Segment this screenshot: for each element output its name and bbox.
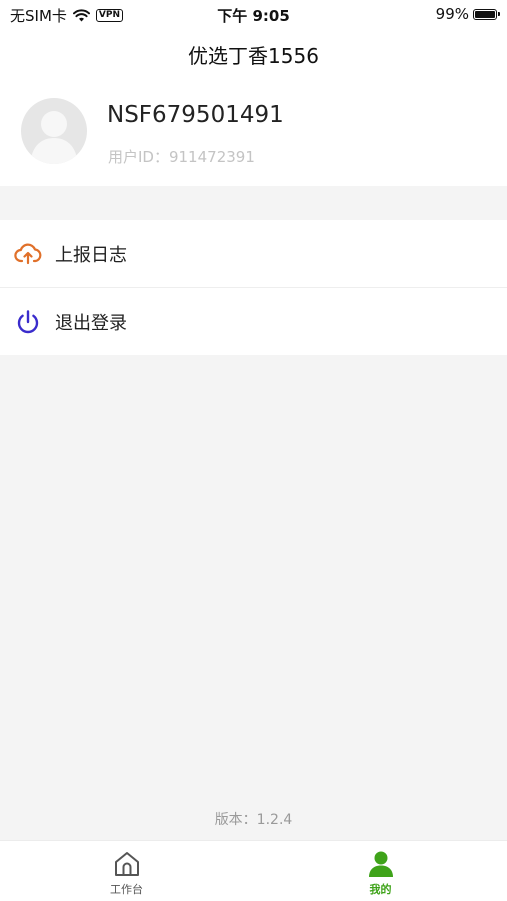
tab-mine[interactable]: 我的 (254, 841, 507, 901)
tab-bar: 工作台 我的 (0, 840, 507, 901)
app-version: 版本：1.2.4 (214, 812, 293, 828)
status-bar: 无SIM卡 VPN 下午 9:05 99% (0, 0, 507, 28)
avatar-placeholder-icon (30, 111, 78, 164)
battery-percent: 99% (435, 5, 469, 23)
status-right: 99% (435, 5, 500, 23)
home-icon (114, 852, 139, 876)
menu-item-upload-log[interactable]: 上报日志 (0, 220, 507, 288)
username: NSF679501491 (107, 102, 284, 128)
tab-label: 工作台 (110, 883, 143, 896)
battery-icon (473, 8, 500, 20)
avatar (21, 98, 87, 164)
cloud-upload-icon (14, 243, 42, 265)
menu-item-logout[interactable]: 退出登录 (0, 288, 507, 355)
user-id: 用户ID：911472391 (108, 148, 255, 166)
page-title: 优选丁香1556 (188, 44, 319, 68)
menu-item-label: 退出登录 (55, 313, 127, 334)
menu-item-label: 上报日志 (55, 245, 127, 266)
tab-workbench[interactable]: 工作台 (0, 841, 253, 901)
power-icon (17, 310, 39, 334)
user-icon (368, 851, 393, 877)
status-time: 下午 9:05 (217, 7, 290, 25)
menu-list: 上报日志 退出登录 (0, 220, 507, 355)
tab-label: 我的 (369, 883, 392, 896)
profile-card: NSF679501491 用户ID：911472391 (0, 78, 507, 186)
nav-bar: 优选丁香1556 (0, 28, 507, 78)
